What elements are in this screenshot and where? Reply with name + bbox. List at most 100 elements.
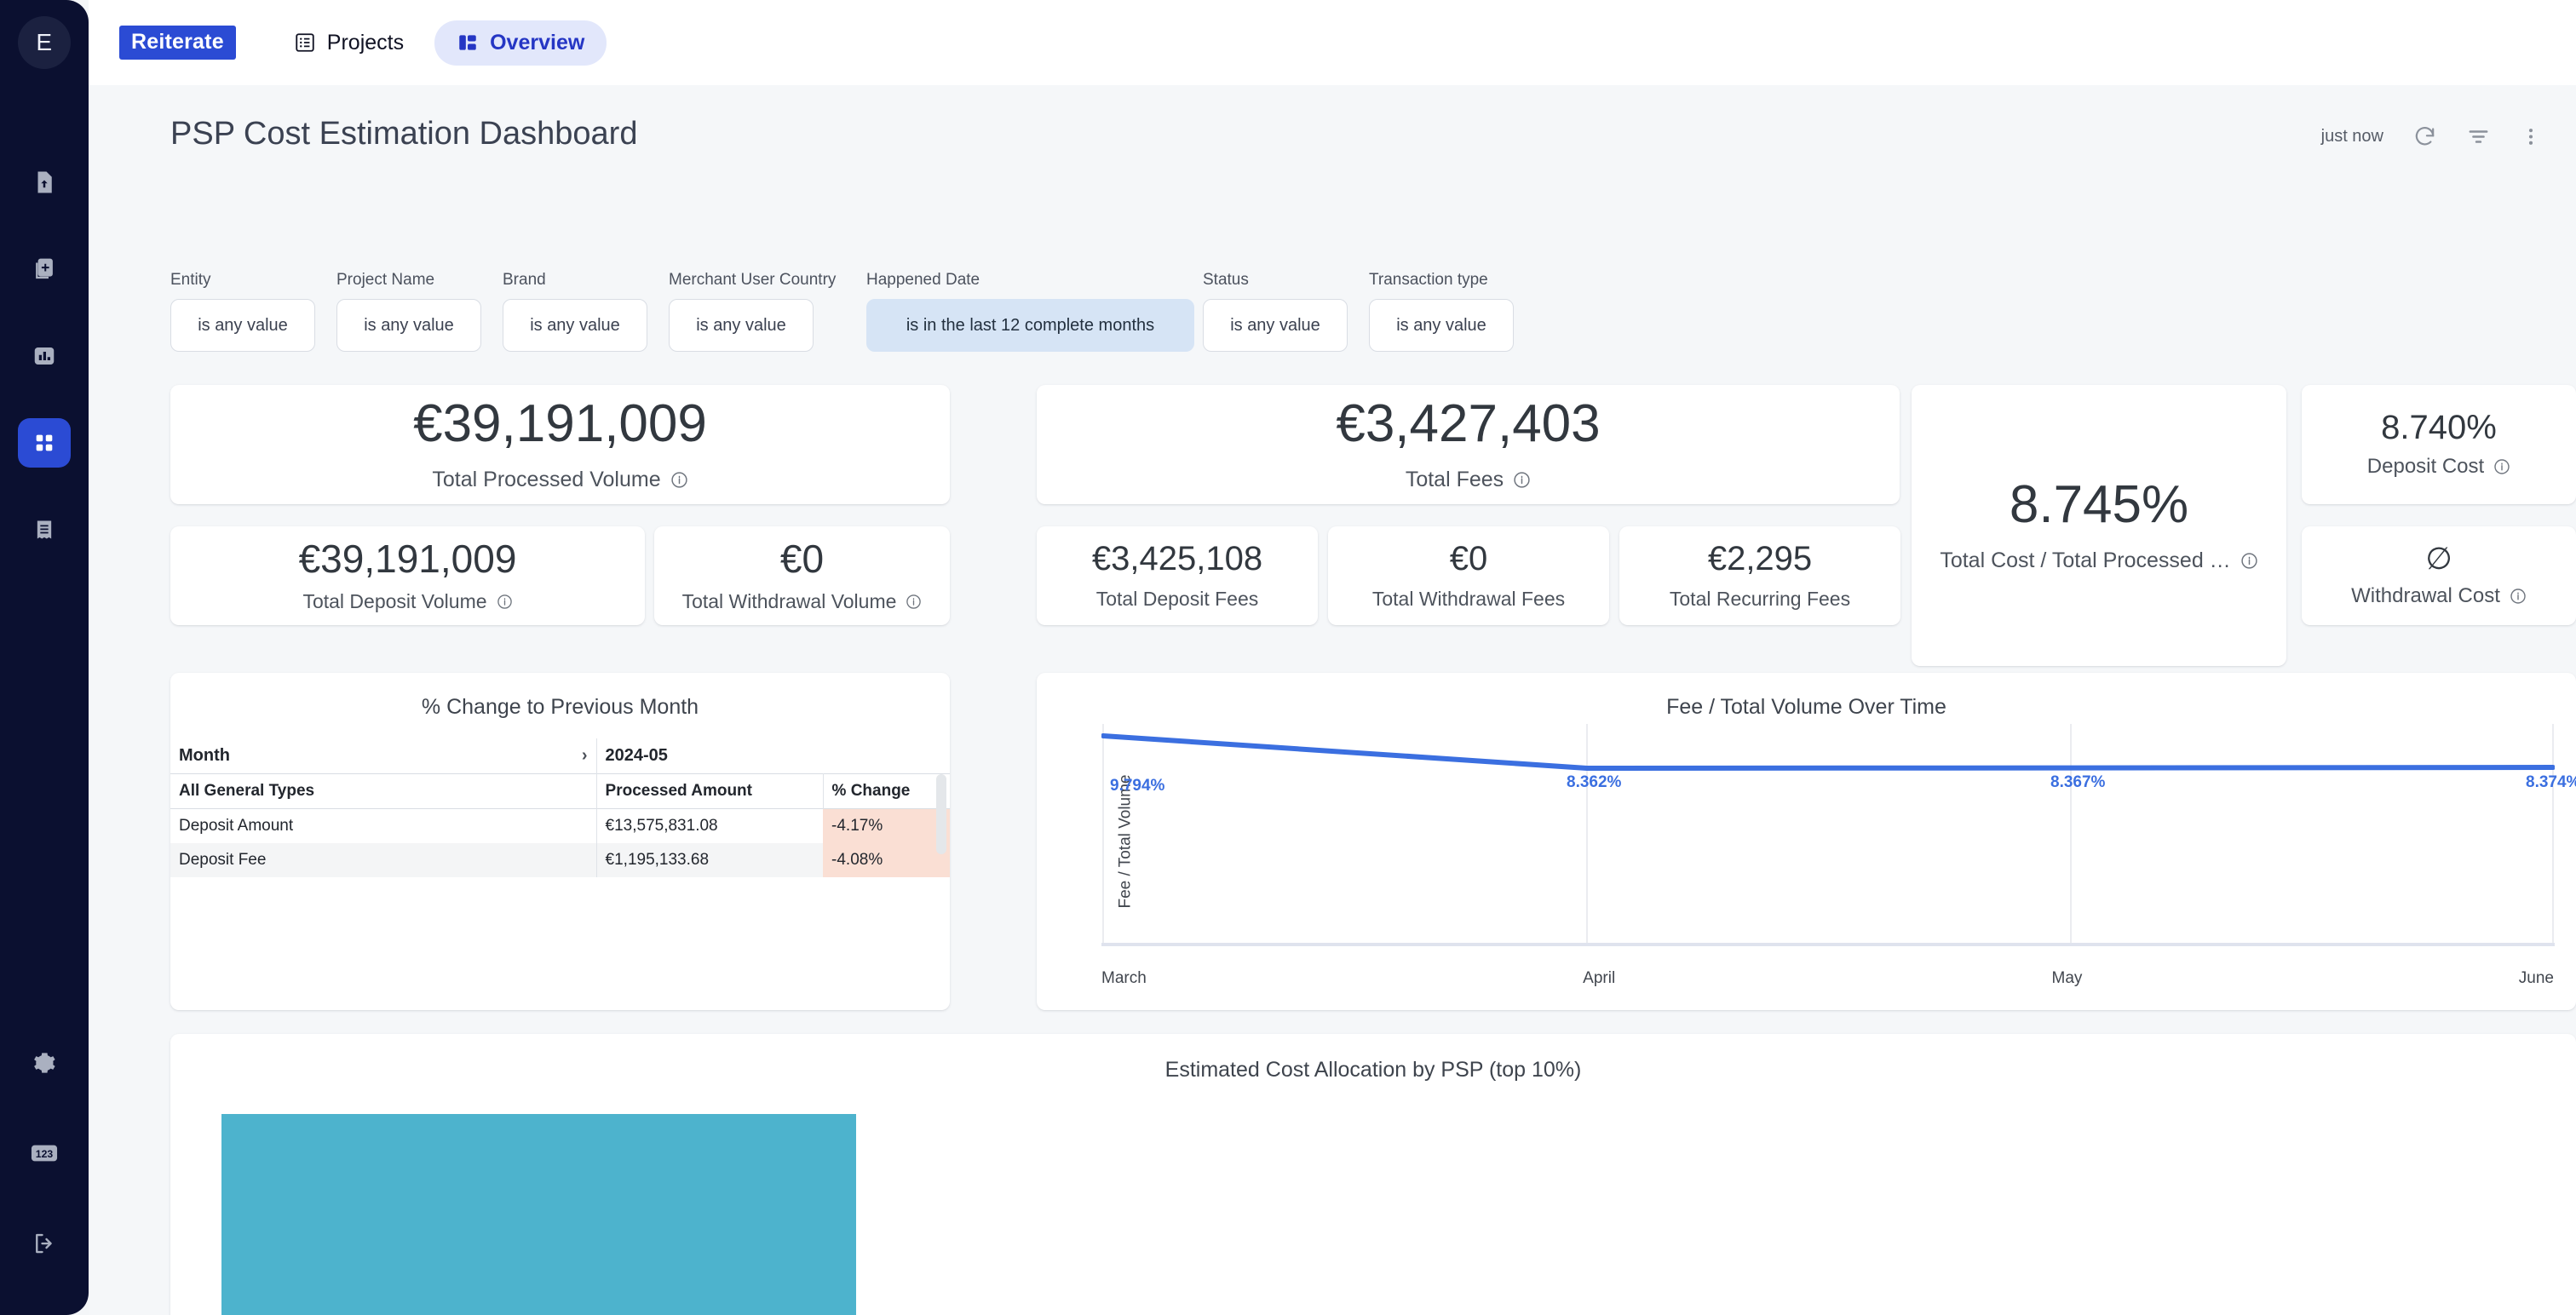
filter-brand-label: Brand	[503, 271, 669, 290]
percent-change-table-wrap: Month › 2024-05 All General Types Proces…	[170, 720, 950, 877]
rail-nav-top	[18, 158, 71, 554]
percent-change-table-card: % Change to Previous Month Month › 2024-…	[170, 673, 950, 1010]
bar-chart-icon[interactable]	[18, 331, 71, 381]
filter-transaction-type-label: Transaction type	[1369, 271, 1535, 290]
info-icon[interactable]	[2240, 552, 2258, 570]
table-scrollbar[interactable]	[936, 774, 946, 854]
rail-nav-bottom: 123	[18, 1038, 71, 1268]
kpi-total-cost-ratio-label: Total Cost / Total Processed …	[1940, 548, 2257, 573]
filter-entity-value[interactable]: is any value	[170, 299, 315, 352]
kpi-total-fees-label: Total Fees	[1406, 468, 1531, 492]
table-row[interactable]: Deposit Amount €13,575,831.08 -4.17%	[170, 809, 950, 844]
filter-status-label: Status	[1203, 271, 1369, 290]
more-vertical-icon[interactable]	[2520, 124, 2542, 149]
kpi-total-deposit-fees-label: Total Deposit Fees	[1096, 588, 1258, 611]
file-add-icon[interactable]	[18, 244, 71, 294]
filter-project-name-value[interactable]: is any value	[336, 299, 481, 352]
tab-projects-label: Projects	[327, 31, 404, 55]
info-icon[interactable]	[2493, 458, 2510, 475]
left-nav-rail: E	[0, 0, 89, 1315]
kpi-total-deposit-volume-label-text: Total Deposit Volume	[302, 590, 486, 613]
percent-change-title: % Change to Previous Month	[170, 673, 950, 720]
kpi-total-withdrawal-fees-label-text: Total Withdrawal Fees	[1372, 588, 1565, 611]
kpi-total-withdrawal-fees-label: Total Withdrawal Fees	[1372, 588, 1565, 611]
row-processed-amount: €1,195,133.68	[596, 843, 823, 877]
logout-icon[interactable]	[18, 1219, 71, 1268]
info-icon[interactable]	[670, 471, 688, 489]
info-icon[interactable]	[906, 594, 922, 610]
info-icon[interactable]	[1513, 471, 1531, 489]
percent-change-table: Month › 2024-05 All General Types Proces…	[170, 738, 950, 877]
info-icon[interactable]	[497, 594, 513, 610]
info-icon[interactable]	[2510, 588, 2527, 605]
filter-icon[interactable]	[2466, 124, 2491, 149]
kpi-total-fees[interactable]: €3,427,403 Total Fees	[1037, 385, 1900, 504]
kpi-total-deposit-fees-value: €3,425,108	[1092, 542, 1262, 576]
grid-dashboard-icon[interactable]	[18, 418, 71, 468]
filter-transaction-type-value[interactable]: is any value	[1369, 299, 1514, 352]
kpi-total-deposit-volume[interactable]: €39,191,009 Total Deposit Volume	[170, 526, 645, 625]
tab-projects[interactable]: Projects	[272, 20, 426, 66]
row-spacer	[569, 809, 596, 844]
kpi-total-processed-volume-label: Total Processed Volume	[432, 468, 687, 492]
kpi-withdrawal-cost[interactable]: ∅ Withdrawal Cost	[2302, 526, 2576, 625]
kpi-deposit-cost[interactable]: 8.740% Deposit Cost	[2302, 385, 2576, 504]
kpi-total-recurring-fees[interactable]: €2,295 Total Recurring Fees	[1619, 526, 1900, 625]
kpi-total-processed-volume[interactable]: €39,191,009 Total Processed Volume	[170, 385, 950, 504]
kpi-total-cost-ratio-label-text: Total Cost / Total Processed …	[1940, 548, 2230, 573]
row-spacer	[569, 843, 596, 877]
kpi-total-withdrawal-fees[interactable]: €0 Total Withdrawal Fees	[1328, 526, 1609, 625]
kpi-total-cost-ratio[interactable]: 8.745% Total Cost / Total Processed …	[1912, 385, 2286, 666]
kpi-total-recurring-fees-value: €2,295	[1708, 542, 1812, 576]
kpi-deposit-cost-value: 8.740%	[2381, 411, 2497, 445]
filter-merchant-user-country-value[interactable]: is any value	[669, 299, 814, 352]
row-label: Deposit Fee	[170, 843, 569, 877]
fee-over-time-plot	[1101, 724, 2555, 959]
bar-0[interactable]	[221, 1114, 856, 1315]
filter-happened-date-value[interactable]: is in the last 12 complete months	[866, 299, 1194, 352]
avatar[interactable]: E	[18, 16, 71, 69]
kpi-total-withdrawal-fees-value: €0	[1450, 542, 1488, 576]
kpi-total-withdrawal-volume-label-text: Total Withdrawal Volume	[682, 590, 897, 613]
filter-brand-value[interactable]: is any value	[503, 299, 647, 352]
filter-entity-label: Entity	[170, 271, 336, 290]
dashboard-main: PSP Cost Estimation Dashboard just now E…	[89, 85, 2576, 1315]
kpi-total-deposit-fees-label-text: Total Deposit Fees	[1096, 588, 1258, 611]
expand-chevron-icon[interactable]: ›	[569, 738, 596, 774]
cost-allocation-chart-card: Estimated Cost Allocation by PSP (top 10…	[170, 1034, 2576, 1315]
svg-text:123: 123	[36, 1148, 54, 1160]
tab-overview-label: Overview	[490, 31, 584, 55]
kpi-total-processed-volume-label-text: Total Processed Volume	[432, 468, 660, 492]
x-tick-may: May	[2052, 969, 2083, 988]
kpi-total-withdrawal-volume[interactable]: €0 Total Withdrawal Volume	[654, 526, 950, 625]
kpi-total-deposit-fees[interactable]: €3,425,108 Total Deposit Fees	[1037, 526, 1318, 625]
month-spacer	[823, 738, 950, 774]
filter-status-value[interactable]: is any value	[1203, 299, 1348, 352]
tab-overview[interactable]: Overview	[434, 20, 607, 66]
top-navigation: Projects Overview	[272, 20, 607, 66]
list-document-icon[interactable]	[18, 505, 71, 554]
fee-over-time-point-label-may: 8.367%	[2050, 773, 2105, 792]
filter-project-name: Project Name is any value	[336, 271, 503, 352]
filter-merchant-user-country: Merchant User Country is any value	[669, 271, 866, 352]
brand-logo[interactable]: Reiterate	[119, 26, 236, 60]
filter-happened-date: Happened Date is in the last 12 complete…	[866, 271, 1092, 352]
table-row[interactable]: Deposit Fee €1,195,133.68 -4.08%	[170, 843, 950, 877]
group-header: All General Types	[170, 774, 569, 809]
file-upload-icon[interactable]	[18, 158, 71, 207]
numbers-123-icon[interactable]: 123	[18, 1128, 71, 1178]
gear-icon[interactable]	[18, 1038, 71, 1088]
top-bar: Reiterate Projects	[89, 0, 2576, 85]
filter-entity: Entity is any value	[170, 271, 336, 352]
cost-allocation-title: Estimated Cost Allocation by PSP (top 10…	[170, 1034, 2576, 1082]
table-column-header-row: All General Types Processed Amount % Cha…	[170, 774, 950, 809]
fee-over-time-point-label-april: 8.362%	[1567, 773, 1621, 792]
list-view-icon	[294, 32, 316, 54]
filter-project-name-label: Project Name	[336, 271, 503, 290]
x-tick-april: April	[1583, 969, 1615, 988]
row-label: Deposit Amount	[170, 809, 569, 844]
kpi-total-withdrawal-volume-value: €0	[780, 539, 824, 578]
refresh-icon[interactable]	[2412, 124, 2437, 149]
kpi-total-fees-value: €3,427,403	[1336, 398, 1600, 451]
kpi-total-withdrawal-volume-label: Total Withdrawal Volume	[682, 590, 923, 613]
